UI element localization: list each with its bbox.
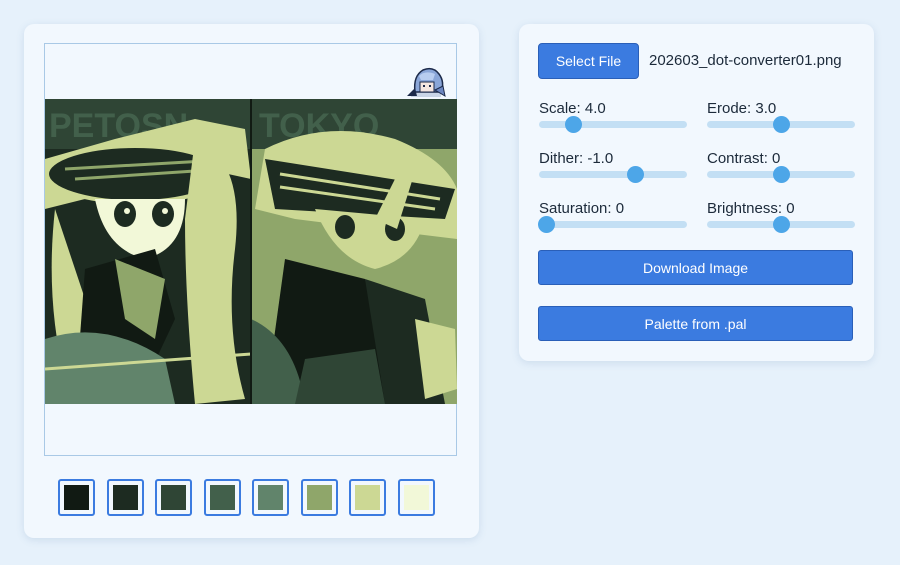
palette-swatch-color — [112, 485, 138, 510]
saturation-slider-thumb[interactable] — [537, 216, 555, 233]
download-image-button[interactable]: Download Image — [538, 250, 853, 285]
palette-swatch-color — [258, 485, 283, 510]
palette-swatches — [58, 479, 448, 519]
dither-label: Dither: -1.0 — [539, 150, 614, 167]
preview-card: PETOSN TOKYO — [24, 24, 479, 538]
scale-slider-thumb[interactable] — [564, 116, 582, 133]
scale-slider[interactable] — [539, 116, 687, 133]
palette-swatch-color — [64, 485, 89, 510]
file-name-label: 202603_dot-converter01.png — [649, 52, 842, 69]
contrast-slider-thumb[interactable] — [772, 166, 790, 183]
preview-canvas: PETOSN TOKYO — [44, 43, 457, 456]
palette-swatch[interactable] — [58, 479, 95, 516]
palette-swatch[interactable] — [300, 479, 338, 516]
dither-slider-thumb[interactable] — [626, 166, 644, 183]
erode-slider[interactable] — [707, 116, 855, 133]
palette-swatch[interactable] — [155, 479, 192, 516]
palette-swatch-color — [161, 485, 186, 510]
contrast-slider[interactable] — [707, 166, 855, 183]
palette-swatch[interactable] — [349, 479, 386, 516]
dither-control: Dither: -1.0 — [539, 150, 687, 183]
erode-slider-thumb[interactable] — [772, 116, 790, 133]
scale-label: Scale: 4.0 — [539, 100, 606, 117]
palette-swatch-color — [306, 485, 332, 510]
brightness-slider-thumb[interactable] — [772, 216, 790, 233]
saturation-slider[interactable] — [537, 216, 687, 233]
scale-control: Scale: 4.0 — [539, 100, 687, 133]
palette-swatch[interactable] — [397, 479, 435, 516]
palette-swatch[interactable] — [252, 479, 289, 516]
erode-control: Erode: 3.0 — [707, 100, 855, 133]
select-file-button[interactable]: Select File — [538, 43, 639, 79]
saturation-control: Saturation: 0 — [537, 200, 687, 233]
controls-card: Select File 202603_dot-converter01.png S… — [519, 24, 874, 361]
brightness-control: Brightness: 0 — [707, 200, 855, 233]
palette-swatch[interactable] — [203, 479, 241, 516]
pixel-art-illustration: PETOSN TOKYO — [45, 99, 457, 404]
converted-image: PETOSN TOKYO — [45, 99, 457, 404]
saturation-label: Saturation: 0 — [539, 200, 625, 217]
palette-swatch-color — [209, 485, 235, 510]
chibi-sprite-icon — [407, 67, 446, 98]
palette-from-pal-button[interactable]: Palette from .pal — [538, 306, 853, 341]
contrast-control: Contrast: 0 — [707, 150, 855, 183]
dither-slider[interactable] — [539, 166, 687, 183]
palette-swatch-color — [403, 485, 429, 510]
brightness-slider[interactable] — [707, 216, 855, 233]
palette-swatch-color — [355, 485, 380, 510]
palette-swatch[interactable] — [106, 479, 144, 516]
